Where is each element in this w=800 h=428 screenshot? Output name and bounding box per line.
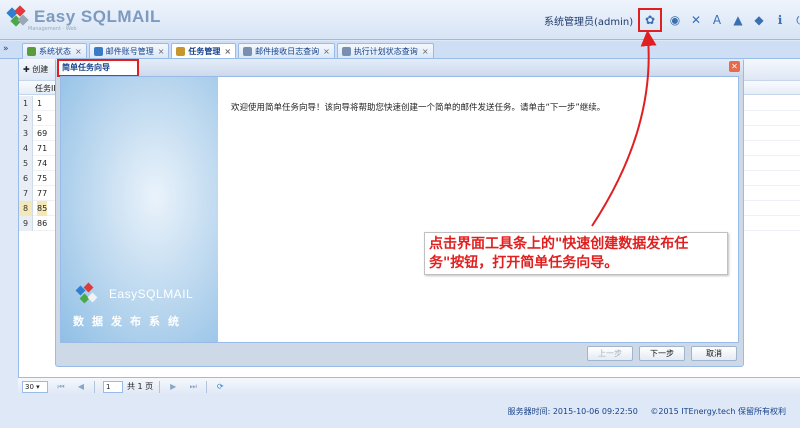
prev-step-button[interactable]: 上一步: [587, 346, 633, 361]
page-total: 共 1 页: [127, 382, 154, 391]
tab-item[interactable]: 任务管理 ×: [171, 43, 237, 59]
globe-icon[interactable]: ◉: [665, 10, 685, 30]
app-footer: 服务器时间: 2015-10-06 09:22:50 ©2015 ITEnerg…: [0, 395, 800, 428]
row-number: 6: [19, 171, 33, 186]
task-id-cell: 74: [37, 159, 48, 168]
font-icon[interactable]: A: [707, 10, 727, 30]
wizard-title: 简单任务向导: [57, 59, 139, 77]
last-page-icon[interactable]: ⏭: [186, 382, 200, 392]
row-number: 9: [19, 216, 33, 231]
tab-label: 执行计划状态查询: [353, 47, 418, 56]
simple-task-wizard-window: 简单任务向导 ✕ EasySQLMAIL 数据发布系统 欢迎使用简单任务向导！该…: [55, 58, 744, 367]
row-number: 4: [19, 141, 33, 156]
quick-create-task-icon[interactable]: ✿: [638, 8, 662, 32]
close-icon[interactable]: ✕: [729, 61, 740, 72]
tab-item[interactable]: 邮件接收日志查询 ×: [238, 43, 335, 59]
wizard-titlebar[interactable]: 简单任务向导 ✕: [56, 59, 743, 77]
tutorial-callout: 点击界面工具条上的"快速创建数据发布任务"按钮，打开简单任务向导。: [424, 232, 728, 275]
tab-icon: [243, 47, 253, 56]
tab-label: 任务管理: [188, 47, 221, 56]
logo-mark-icon: [6, 5, 29, 28]
header-toolbar: ✿◉✕A▲◆ℹ⏻: [638, 8, 800, 32]
tab-icon: [27, 47, 36, 56]
row-number: 8: [19, 201, 33, 216]
power-icon[interactable]: ⏻: [791, 10, 800, 30]
wizard-buttons: 上一步 下一步 取消: [581, 346, 737, 361]
task-id-cell: 86: [37, 219, 48, 228]
tab-label: 系统状态: [39, 47, 71, 56]
task-id-cell: 69: [37, 129, 48, 138]
task-id-cell: 5: [37, 114, 43, 123]
tab-close-icon[interactable]: ×: [224, 47, 231, 56]
cancel-button[interactable]: 取消: [691, 346, 737, 361]
brand-mark-icon: [75, 282, 98, 305]
first-page-icon[interactable]: ⏮: [54, 382, 68, 392]
row-number: 2: [19, 111, 33, 126]
page-size-select[interactable]: 30 ▾: [22, 380, 48, 393]
tab-icon: [341, 47, 351, 56]
tab-icon: [176, 47, 186, 56]
grid-pager: 30 ▾ ⏮ ◀ 1 共 1 页 ▶ ⏭ ⟳: [18, 377, 800, 395]
row-number: 1: [19, 96, 33, 111]
tools-icon[interactable]: ✕: [686, 10, 706, 30]
wizard-body: EasySQLMAIL 数据发布系统 欢迎使用简单任务向导！该向导将帮助您快速创…: [60, 76, 739, 343]
tab-close-icon[interactable]: ×: [422, 47, 429, 56]
pager-divider: [159, 380, 161, 393]
tab-item[interactable]: 系统状态 ×: [22, 43, 87, 59]
tab-close-icon[interactable]: ×: [158, 47, 165, 56]
row-number: 7: [19, 186, 33, 201]
task-id-cell: 71: [37, 144, 48, 153]
tutorial-callout-text: 点击界面工具条上的"快速创建数据发布任务"按钮，打开简单任务向导。: [429, 236, 689, 271]
expand-sidebar-icon[interactable]: »: [3, 44, 9, 54]
tab-close-icon[interactable]: ×: [75, 47, 82, 56]
page-number-input[interactable]: 1: [103, 380, 123, 393]
tab-strip: » 系统状态 × 邮件账号管理 × 任务管理 × 邮件接收日志查询 × 执行计划状态查询 ×: [0, 41, 800, 59]
tab-item[interactable]: 执行计划状态查询 ×: [336, 43, 434, 59]
wizard-brand: EasySQLMAIL: [75, 282, 194, 305]
prev-page-icon[interactable]: ◀: [74, 382, 88, 391]
task-id-cell: 85: [37, 201, 48, 216]
task-id-cell: 75: [37, 174, 48, 183]
wizard-side-banner: EasySQLMAIL 数据发布系统: [61, 77, 218, 342]
tab-list: 系统状态 × 邮件账号管理 × 任务管理 × 邮件接收日志查询 × 执行计划状态查询 ×: [22, 43, 436, 59]
pager-divider: [206, 380, 208, 393]
refresh-icon[interactable]: ⟳: [213, 382, 227, 391]
task-id-cell: 1: [37, 99, 43, 108]
row-number: 5: [19, 156, 33, 171]
chart-icon[interactable]: ▲: [728, 10, 748, 30]
current-user[interactable]: 系统管理员(admin): [544, 13, 633, 28]
app-header: Easy SQLMAIL Management · Web 系统管理员(admi…: [0, 0, 800, 40]
tab-icon: [93, 47, 103, 56]
task-id-cell: 77: [37, 189, 48, 198]
info-icon[interactable]: ℹ: [770, 10, 790, 30]
box-icon[interactable]: ◆: [749, 10, 769, 30]
tab-item[interactable]: 邮件账号管理 ×: [88, 43, 170, 59]
create-task-button[interactable]: ✚ 创建: [23, 64, 48, 75]
app-logo: Easy SQLMAIL: [6, 5, 161, 28]
page-size-value: 30: [25, 382, 34, 391]
create-task-label: 创建: [32, 65, 49, 74]
tab-label: 邮件接收日志查询: [255, 47, 320, 56]
server-time: 服务器时间: 2015-10-06 09:22:50: [507, 407, 638, 416]
brand-tagline: 数据发布系统: [73, 315, 187, 328]
app-title: Easy SQLMAIL: [34, 7, 161, 26]
tab-label: 邮件账号管理: [105, 47, 154, 56]
next-page-icon[interactable]: ▶: [166, 382, 180, 391]
footer-text: 服务器时间: 2015-10-06 09:22:50 ©2015 ITEnerg…: [498, 406, 786, 417]
tab-close-icon[interactable]: ×: [323, 47, 330, 56]
wizard-welcome-text: 欢迎使用简单任务向导！该向导将帮助您快速创建一个简单的邮件发送任务。请单击“下一…: [231, 103, 606, 113]
row-number: 3: [19, 126, 33, 141]
copyright: ©2015 ITEnergy.tech 保留所有权利: [650, 407, 786, 416]
pager-divider: [94, 380, 95, 393]
brand-name: EasySQLMAIL: [109, 287, 194, 301]
next-step-button[interactable]: 下一步: [639, 346, 685, 361]
app-subtitle: Management · Web: [28, 26, 77, 32]
